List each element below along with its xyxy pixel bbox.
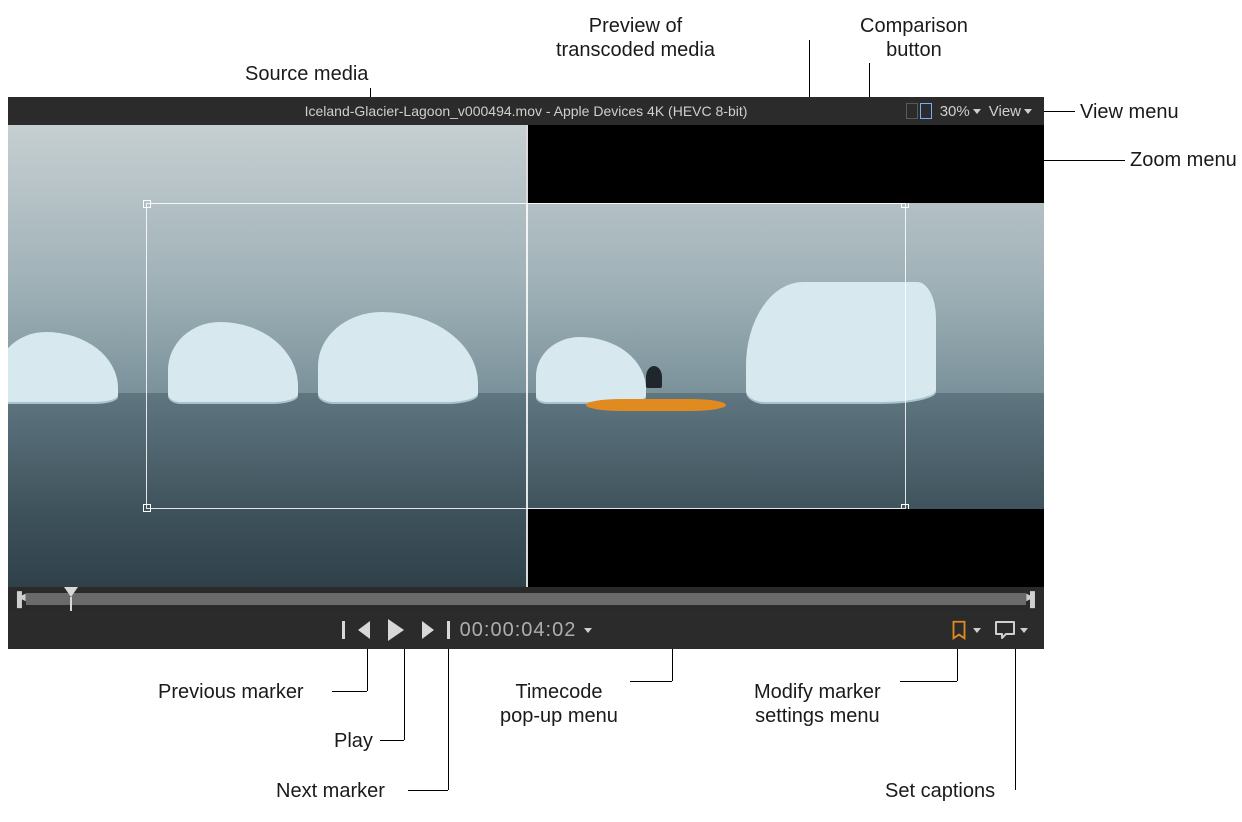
comparison-divider[interactable]	[526, 125, 528, 587]
callout-source-media: Source media	[245, 62, 368, 86]
callout-modify-marker-menu: Modify marker settings menu	[754, 680, 881, 728]
media-title: Iceland-Glacier-Lagoon_v000494.mov - App…	[8, 103, 1044, 119]
callout-zoom-menu: Zoom menu	[1130, 148, 1237, 172]
play-button[interactable]	[388, 619, 404, 641]
set-captions-menu[interactable]	[993, 619, 1028, 641]
callout-view-menu: View menu	[1080, 100, 1179, 124]
chevron-down-icon	[973, 628, 981, 633]
next-marker-button[interactable]	[422, 621, 434, 639]
lead-line	[404, 641, 405, 740]
lead-line	[408, 790, 448, 791]
callout-set-captions: Set captions	[885, 779, 995, 803]
lead-line	[900, 681, 957, 682]
crop-handle[interactable]	[143, 200, 151, 208]
lead-line	[1015, 641, 1016, 790]
timecode-value: 00:00:04:02	[460, 619, 577, 642]
skip-forward-icon	[422, 621, 434, 639]
callout-comparison-button: Comparison button	[860, 14, 968, 62]
chevron-down-icon	[584, 628, 592, 633]
lead-line	[332, 691, 367, 692]
modify-marker-settings-menu[interactable]	[948, 619, 981, 641]
speech-bubble-icon	[993, 619, 1017, 641]
timecode-popup-menu[interactable]: 00:00:04:02	[8, 611, 1044, 649]
preview-topbar: Iceland-Glacier-Lagoon_v000494.mov - App…	[8, 97, 1044, 125]
lead-line	[448, 641, 449, 790]
playhead[interactable]	[64, 587, 78, 597]
callout-play: Play	[334, 729, 373, 753]
preview-editor-panel: Iceland-Glacier-Lagoon_v000494.mov - App…	[8, 97, 1044, 649]
crop-handle[interactable]	[143, 504, 151, 512]
view-label: View	[989, 103, 1021, 120]
bookmark-icon	[948, 619, 970, 641]
comparison-button[interactable]	[906, 103, 932, 119]
callout-previous-marker: Previous marker	[158, 680, 304, 704]
callout-next-marker: Next marker	[276, 779, 385, 803]
play-icon	[388, 619, 404, 641]
timeline-track[interactable]	[26, 593, 1026, 605]
view-menu[interactable]: View	[989, 103, 1032, 120]
zoom-menu[interactable]: 30%	[940, 103, 981, 120]
transport-controls: 00:00:04:02	[8, 611, 1044, 649]
in-point-icon[interactable]	[12, 591, 22, 607]
preview-viewer[interactable]	[8, 125, 1044, 587]
timeline[interactable]	[8, 587, 1044, 611]
chevron-down-icon	[973, 109, 981, 114]
zoom-value: 30%	[940, 103, 970, 120]
lead-line	[630, 681, 672, 682]
callout-timecode-menu: Timecode pop-up menu	[500, 680, 618, 728]
callout-preview-transcoded: Preview of transcoded media	[556, 14, 715, 62]
chevron-down-icon	[1024, 109, 1032, 114]
out-point-icon[interactable]	[1030, 591, 1040, 607]
lead-line	[380, 740, 404, 741]
previous-marker-button[interactable]	[358, 621, 370, 639]
skip-back-icon	[358, 621, 370, 639]
chevron-down-icon	[1020, 628, 1028, 633]
